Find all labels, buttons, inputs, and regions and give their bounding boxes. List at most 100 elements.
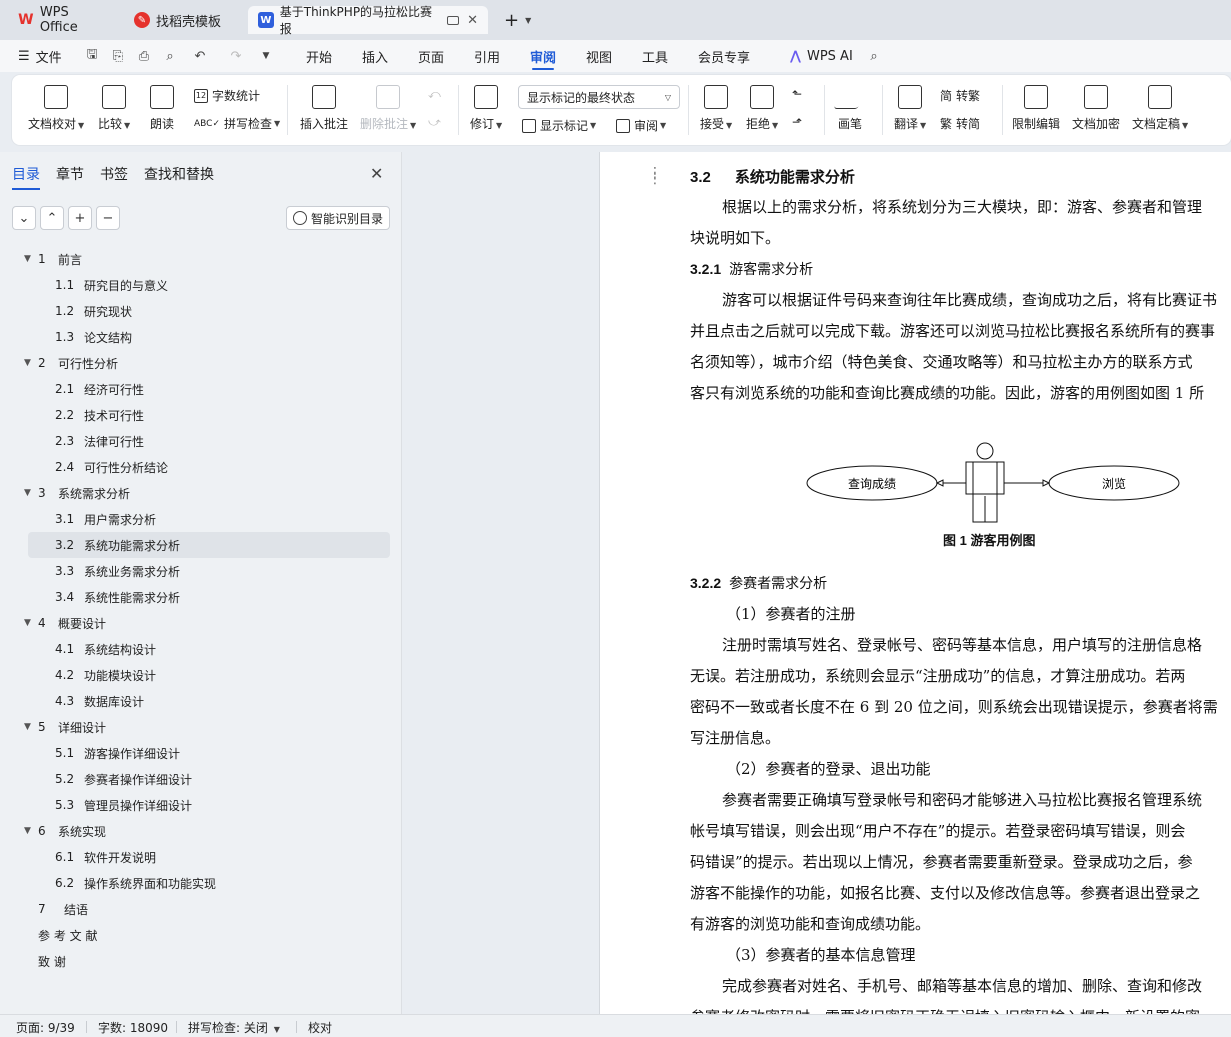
toc-item[interactable]: 3.4 系统性能需求分析 bbox=[0, 584, 402, 610]
word-count-button[interactable]: 12 字数统计 bbox=[194, 87, 260, 104]
review-pane-button[interactable]: 审阅 ▼ bbox=[616, 117, 666, 134]
toc-item[interactable]: 3.3 系统业务需求分析 bbox=[0, 558, 402, 584]
toc-item[interactable]: ▼ 4 概要设计 bbox=[0, 610, 402, 636]
wps-ai-button[interactable]: ⋀ WPS AI bbox=[790, 40, 853, 72]
smart-toc-button[interactable]: 智能识别目录 bbox=[286, 206, 390, 230]
toc-item[interactable]: ▼ 5 详细设计 bbox=[0, 714, 402, 740]
toc-item[interactable]: 2.2 技术可行性 bbox=[0, 402, 402, 428]
menu-page[interactable]: 页面 bbox=[418, 40, 444, 72]
accept-button[interactable]: 接受 ▼ bbox=[700, 85, 732, 132]
toc-item[interactable]: 2.3 法律可行性 bbox=[0, 428, 402, 454]
compare-button[interactable]: 比较 ▼ bbox=[98, 85, 130, 132]
expand-triangle-icon[interactable]: ▼ bbox=[24, 254, 31, 264]
undo-icon[interactable]: ↶ bbox=[192, 48, 208, 64]
doc-check-button[interactable]: 文档校对 ▼ bbox=[28, 85, 84, 132]
toc-item[interactable]: 4.1 系统结构设计 bbox=[0, 636, 402, 662]
finalize-button[interactable]: 文档定稿 ▼ bbox=[1132, 85, 1188, 132]
restrict-edit-button[interactable]: 限制编辑 bbox=[1012, 85, 1060, 132]
drag-handle-icon[interactable]: ⋮ ⋮ bbox=[648, 166, 662, 186]
toc-item[interactable]: 参 考 文 献 bbox=[0, 922, 402, 948]
toc-item[interactable]: ▼ 1 前言 bbox=[0, 246, 402, 272]
to-simplified-button[interactable]: 繁 转简 bbox=[940, 115, 980, 132]
tab-document[interactable]: W 基于ThinkPHP的马拉松比赛报 ✕ bbox=[248, 5, 488, 36]
reject-button[interactable]: 拒绝 ▼ bbox=[746, 85, 778, 132]
save-icon[interactable]: 🖫 bbox=[84, 47, 100, 64]
toc-item[interactable]: 3.2 系统功能需求分析 bbox=[28, 532, 390, 558]
tab-sections[interactable]: 章节 bbox=[56, 164, 84, 188]
paragraph-line: 游客可以根据证件号码来查询往年比赛成绩，查询成功之后，将有比赛证书 bbox=[722, 291, 1218, 309]
tab-docer[interactable]: ✎ 找稻壳模板 bbox=[124, 6, 242, 34]
toc-item[interactable]: ▼ 6 系统实现 bbox=[0, 818, 402, 844]
show-markup-button[interactable]: 显示标记 ▼ bbox=[522, 117, 596, 134]
tab-bookmarks[interactable]: 书签 bbox=[100, 164, 128, 188]
toc-item[interactable]: 5.2 参赛者操作详细设计 bbox=[0, 766, 402, 792]
menu-member[interactable]: 会员专享 bbox=[698, 40, 750, 72]
toc-item[interactable]: 致 谢 bbox=[0, 948, 402, 974]
prev-change-icon[interactable]: ⬑ bbox=[792, 87, 802, 101]
tab-wps-office[interactable]: W WPS Office bbox=[8, 5, 120, 35]
toc-text: 操作系统界面和功能实现 bbox=[84, 876, 217, 891]
tab-find-replace[interactable]: 查找和替换 bbox=[144, 164, 214, 188]
expand-triangle-icon[interactable]: ▼ bbox=[24, 358, 31, 368]
toc-item[interactable]: 5.1 游客操作详细设计 bbox=[0, 740, 402, 766]
toc-item[interactable]: 6.1 软件开发说明 bbox=[0, 844, 402, 870]
toc-item[interactable]: 1.2 研究现状 bbox=[0, 298, 402, 324]
expand-triangle-icon[interactable]: ▼ bbox=[24, 722, 31, 732]
print-preview-icon[interactable]: ⌕ bbox=[162, 48, 178, 64]
toc-item[interactable]: 4.3 数据库设计 bbox=[0, 688, 402, 714]
document-page[interactable]: ⋮ ⋮ 3.2 系统功能需求分析 根据以上的需求分析，将系统划分为三大模块，即：游客… bbox=[599, 152, 1231, 1014]
remove-heading-button[interactable]: − bbox=[96, 206, 120, 230]
toc-item[interactable]: 6.2 操作系统界面和功能实现 bbox=[0, 870, 402, 896]
pen-button[interactable]: 画笔 bbox=[833, 85, 867, 132]
word-count-indicator[interactable]: 字数: 18090 bbox=[98, 1019, 168, 1036]
read-aloud-button[interactable]: 朗读 bbox=[150, 85, 174, 132]
track-changes-button[interactable]: 修订 ▼ bbox=[470, 85, 502, 132]
display-mode-select[interactable]: 显示标记的最终状态 ▽ bbox=[518, 85, 680, 109]
expand-down-button[interactable]: ⌄ bbox=[12, 206, 36, 230]
more-chevron-icon[interactable]: ▼ bbox=[258, 48, 274, 64]
insert-comment-button[interactable]: 插入批注 bbox=[300, 85, 348, 132]
redo-icon[interactable]: ↷ bbox=[228, 48, 244, 64]
menu-insert[interactable]: 插入 bbox=[362, 40, 388, 72]
prev-comment-icon[interactable]: ⤺ bbox=[428, 87, 441, 102]
share-icon[interactable]: ⎘ bbox=[110, 48, 126, 64]
add-heading-button[interactable]: + bbox=[68, 206, 92, 230]
next-change-icon[interactable]: ⬏ bbox=[792, 115, 802, 129]
file-menu[interactable]: ☰ 文件 bbox=[18, 40, 62, 72]
spell-check-status[interactable]: 拼写检查: 关闭 ▼ bbox=[188, 1019, 280, 1036]
collapse-up-button[interactable]: ⌃ bbox=[40, 206, 64, 230]
menu-tools[interactable]: 工具 bbox=[642, 40, 668, 72]
close-icon[interactable]: ✕ bbox=[467, 13, 478, 28]
menu-start[interactable]: 开始 bbox=[306, 40, 332, 72]
expand-triangle-icon[interactable]: ▼ bbox=[24, 618, 31, 628]
toc-item[interactable]: 3.1 用户需求分析 bbox=[0, 506, 402, 532]
to-traditional-button[interactable]: 简 转繁 bbox=[940, 87, 980, 104]
print-icon[interactable]: ⎙ bbox=[136, 48, 152, 64]
toc-item[interactable]: 5.3 管理员操作详细设计 bbox=[0, 792, 402, 818]
toc-item[interactable]: 2.1 经济可行性 bbox=[0, 376, 402, 402]
spell-check-button[interactable]: ABC✓ 拼写检查 ▼ bbox=[194, 115, 280, 132]
toc-item[interactable]: 1.1 研究目的与意义 bbox=[0, 272, 402, 298]
search-icon[interactable]: ⌕ bbox=[866, 48, 882, 64]
toc-item[interactable]: 1.3 论文结构 bbox=[0, 324, 402, 350]
new-tab-button[interactable]: + ▼ bbox=[494, 6, 538, 34]
tab-toc[interactable]: 目录 bbox=[12, 164, 40, 190]
expand-triangle-icon[interactable]: ▼ bbox=[24, 488, 31, 498]
encrypt-button[interactable]: 文档加密 bbox=[1072, 85, 1120, 132]
menu-review[interactable]: 审阅 bbox=[530, 40, 556, 72]
expand-triangle-icon[interactable]: ▼ bbox=[24, 826, 31, 836]
proofread-status[interactable]: 校对 bbox=[308, 1019, 332, 1036]
toc-item[interactable]: ▼ 2 可行性分析 bbox=[0, 350, 402, 376]
toc-item[interactable]: ▼ 3 系统需求分析 bbox=[0, 480, 402, 506]
next-comment-icon[interactable]: ⤻ bbox=[428, 115, 441, 130]
menu-reference[interactable]: 引用 bbox=[474, 40, 500, 72]
toc-item[interactable]: 2.4 可行性分析结论 bbox=[0, 454, 402, 480]
close-icon[interactable]: ✕ bbox=[370, 164, 383, 183]
delete-comment-button[interactable]: 删除批注 ▼ bbox=[360, 85, 416, 132]
window-icon[interactable] bbox=[447, 15, 460, 25]
toc-item[interactable]: 4.2 功能模块设计 bbox=[0, 662, 402, 688]
toc-item[interactable]: 7 结语 bbox=[0, 896, 402, 922]
page-indicator[interactable]: 页面: 9/39 bbox=[16, 1019, 75, 1036]
translate-button[interactable]: 翻译 ▼ bbox=[894, 85, 926, 132]
menu-view[interactable]: 视图 bbox=[586, 40, 612, 72]
